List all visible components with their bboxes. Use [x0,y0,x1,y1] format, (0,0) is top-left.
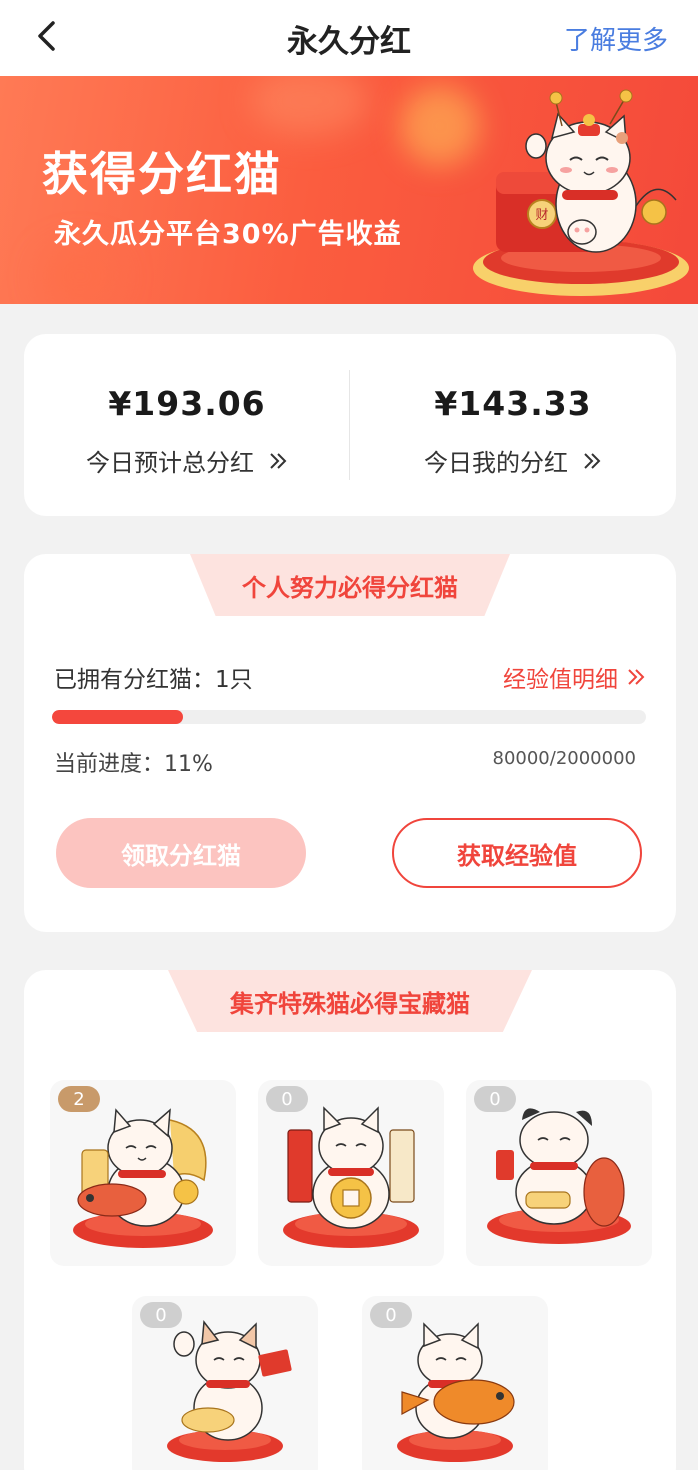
exp-detail-link[interactable]: 经验值明细 [503,660,646,694]
cat-count-badge: 0 [370,1302,412,1328]
special-cat-tile[interactable]: 0 [466,1080,652,1266]
svg-text:财: 财 [535,208,548,223]
progress-bar [52,710,646,724]
banner-title: 获得分红猫 [42,147,282,201]
my-earnings-label: 今日我的分红 [424,449,568,477]
double-chevron-right-icon [270,452,287,469]
total-earnings-label: 今日预计总分红 [86,449,254,477]
double-chevron-right-icon [584,452,601,469]
cat-count-badge: 2 [58,1086,100,1112]
total-earnings[interactable]: ¥193.06 今日预计总分红 [24,334,350,516]
progress-count: 80000/2000000 [492,748,637,769]
lucky-cat-illustration: 财 [473,89,689,296]
cat-count-badge: 0 [140,1302,182,1328]
my-earnings[interactable]: ¥143.33 今日我的分红 [350,334,676,516]
special-cat-tile[interactable]: 0 [258,1080,444,1266]
cat-count-badge: 0 [266,1086,308,1112]
exp-detail-label: 经验值明细 [503,667,618,693]
nav-bar: 永久分红 了解更多 [0,0,698,76]
special-cat-tile[interactable]: 0 [132,1296,318,1470]
personal-effort-card: 个人努力必得分红猫 已拥有分红猫：1只 经验值明细 当前进度：11% 80000… [24,554,676,932]
learn-more-link[interactable]: 了解更多 [564,0,668,76]
total-earnings-amount: ¥193.06 [108,384,266,423]
progress-bar-fill [52,710,183,724]
progress-label: 当前进度：11% [54,752,213,777]
banner-subtitle: 永久瓜分平台30%广告收益 [54,219,402,250]
hero-banner: 获得分红猫 永久瓜分平台30%广告收益 财 [0,76,698,304]
personal-section-title: 个人努力必得分红猫 [242,573,458,602]
collect-special-cats-card: 集齐特殊猫必得宝藏猫 2 0 0 0 0 [24,970,676,1470]
collect-section-title: 集齐特殊猫必得宝藏猫 [230,989,470,1018]
owned-cats-label: 已拥有分红猫：1只 [54,667,253,693]
earnings-card: ¥193.06 今日预计总分红 ¥143.33 今日我的分红 [24,334,676,516]
special-cat-tile[interactable]: 0 [362,1296,548,1470]
special-cat-tile[interactable]: 2 [50,1080,236,1266]
my-earnings-amount: ¥143.33 [434,384,592,423]
claim-cat-button[interactable]: 领取分红猫 [56,818,306,888]
cat-count-badge: 0 [474,1086,516,1112]
get-exp-button[interactable]: 获取经验值 [392,818,642,888]
double-chevron-right-icon [628,669,645,685]
